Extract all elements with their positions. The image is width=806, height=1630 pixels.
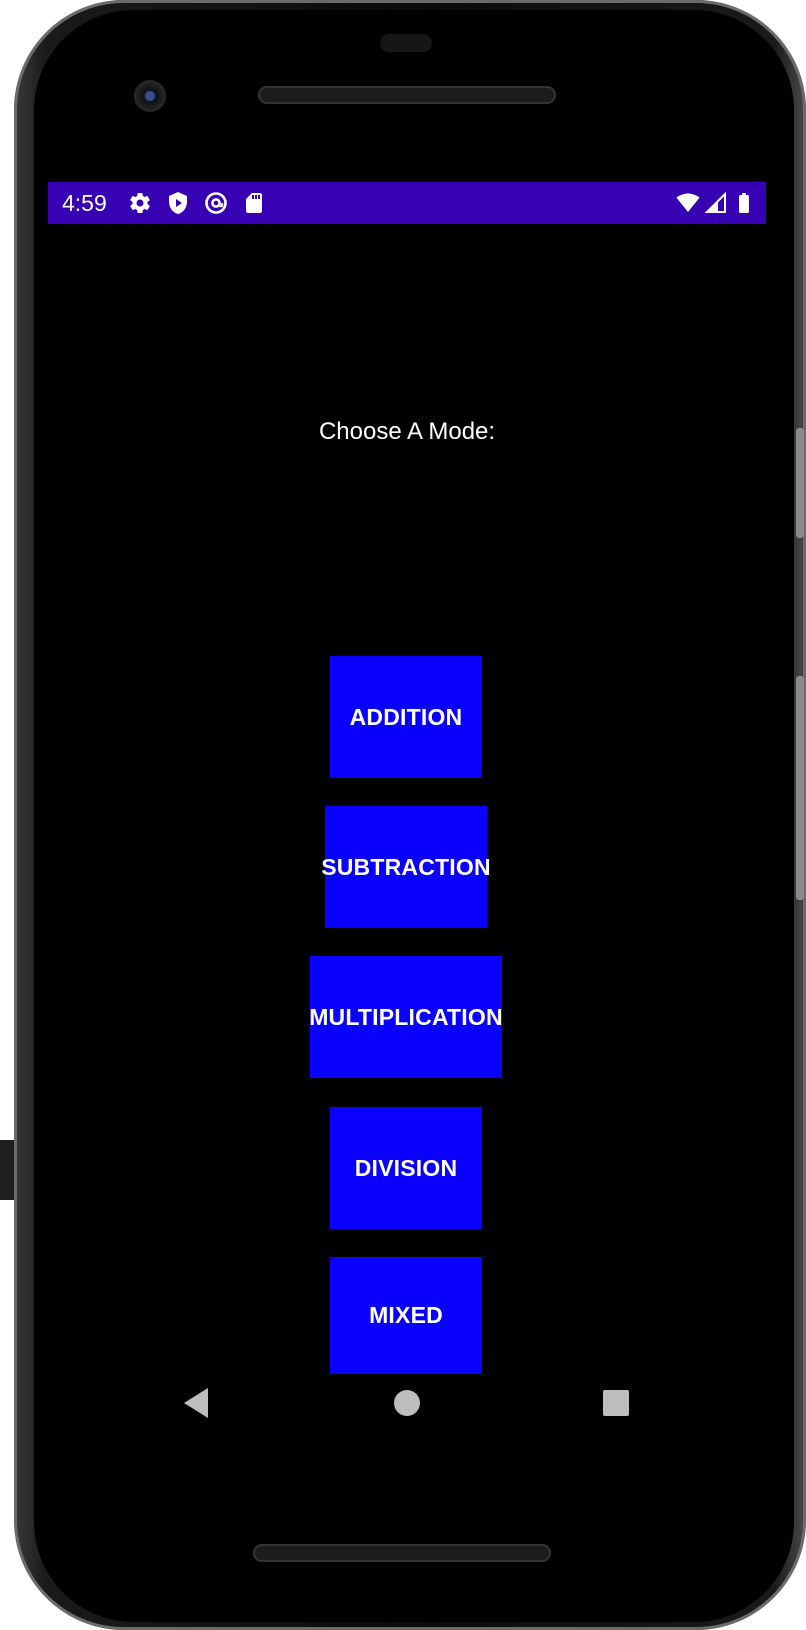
gear-icon — [130, 193, 150, 214]
front-camera-icon — [134, 80, 166, 112]
status-time: 4:59 — [62, 190, 107, 216]
division-button[interactable]: DIVISION — [330, 1107, 482, 1229]
battery-icon — [739, 193, 749, 213]
phone-power-button — [796, 428, 804, 538]
home-circle-icon[interactable] — [392, 1388, 422, 1418]
mode-prompt-title: Choose A Mode: — [318, 418, 496, 445]
at-sign-icon — [205, 192, 227, 214]
earpiece-speaker — [258, 86, 556, 104]
cell-signal-icon — [704, 191, 726, 213]
navigation-bar — [48, 1372, 766, 1462]
mixed-button[interactable]: MIXED — [330, 1257, 482, 1374]
phone-volume-button — [796, 676, 804, 900]
phone-sensor — [380, 34, 432, 52]
addition-button[interactable]: ADDITION — [330, 656, 482, 778]
sd-card-icon — [246, 193, 262, 213]
status-bar: 4:59 — [48, 182, 766, 224]
app-screen: 4:59 Choose A Mode: ADDITION SUBTRACTION… — [48, 182, 766, 1462]
recents-square-icon[interactable] — [602, 1389, 630, 1417]
bottom-speaker — [253, 1544, 551, 1562]
multiplication-button[interactable]: MULTIPLICATION — [309, 956, 503, 1078]
wifi-icon — [676, 193, 700, 212]
shield-play-icon — [169, 192, 187, 214]
back-triangle-icon[interactable] — [182, 1386, 210, 1420]
subtraction-button[interactable]: SUBTRACTION — [321, 806, 491, 928]
